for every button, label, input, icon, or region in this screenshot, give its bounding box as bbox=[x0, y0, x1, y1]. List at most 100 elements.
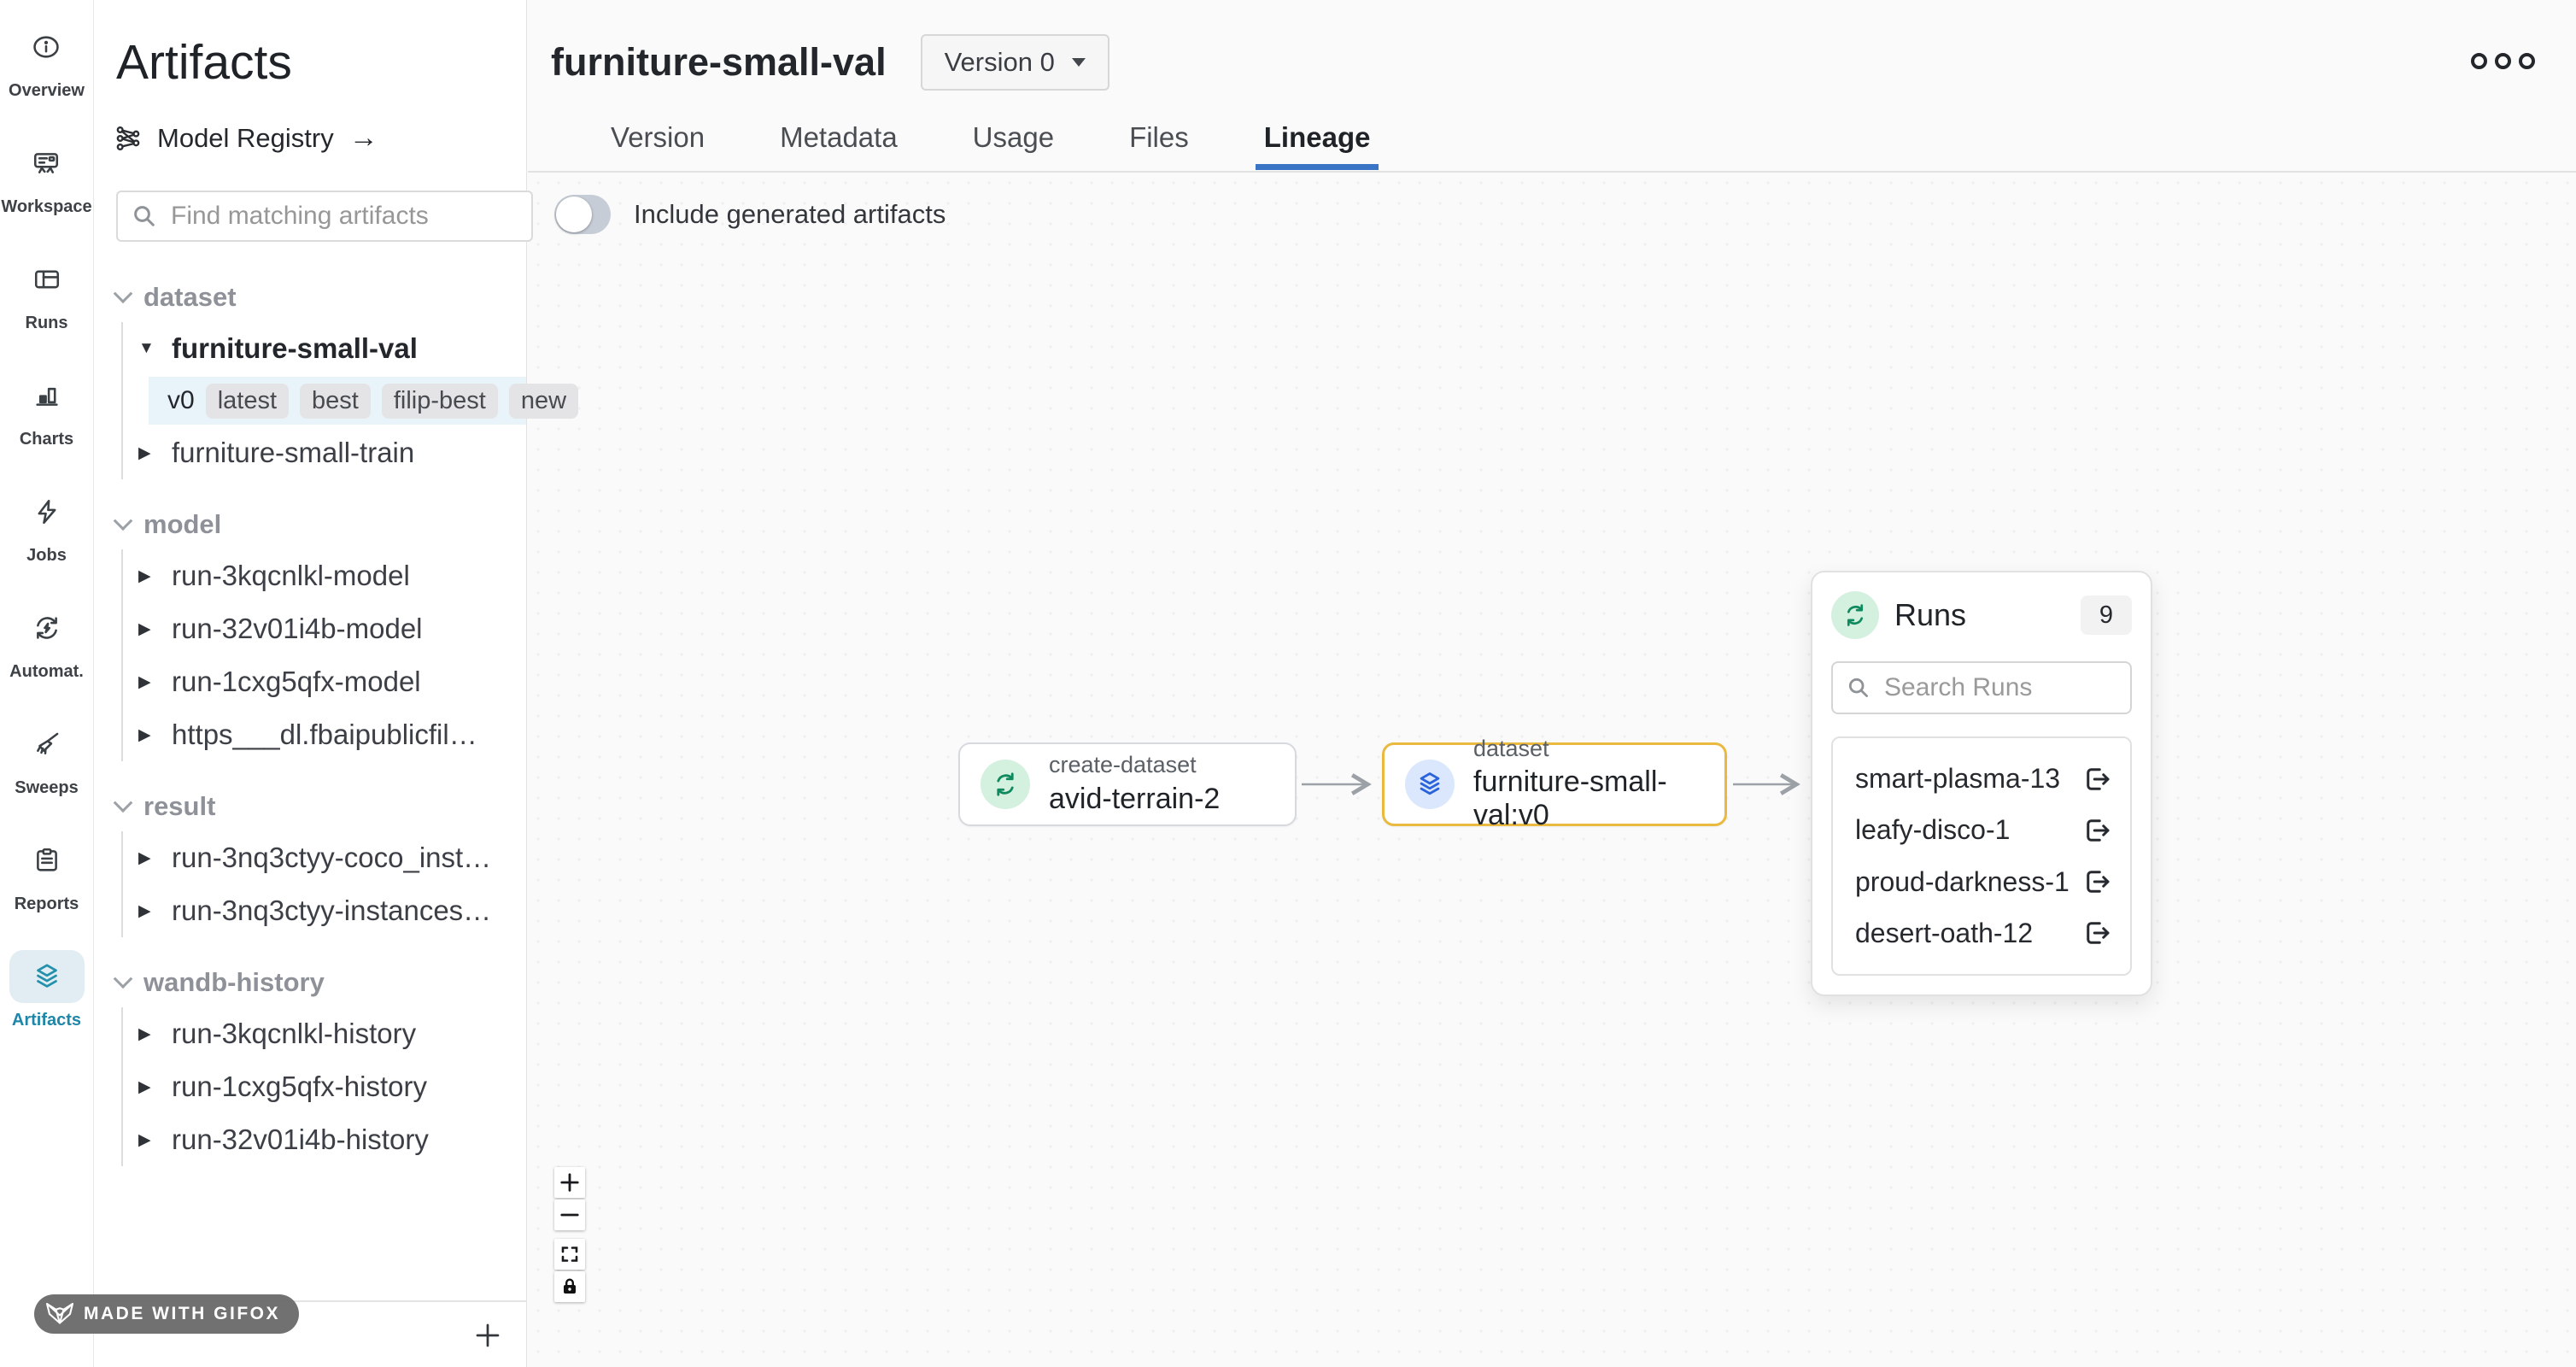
chevron-down-icon bbox=[114, 793, 133, 813]
lock-button[interactable] bbox=[554, 1271, 585, 1302]
nav-item-runs[interactable]: Runs bbox=[9, 253, 85, 333]
tab-lineage[interactable]: Lineage bbox=[1264, 118, 1371, 154]
nav-item-artifacts[interactable]: Artifacts bbox=[9, 950, 85, 1030]
runs-search-input[interactable] bbox=[1882, 672, 2116, 703]
tab-metadata[interactable]: Metadata bbox=[780, 118, 898, 154]
open-run-icon[interactable] bbox=[2082, 918, 2113, 948]
nav-label: Overview bbox=[9, 81, 85, 101]
triangle-right-icon: ▶ bbox=[138, 725, 157, 745]
ellipsis-dot bbox=[2471, 53, 2487, 69]
artifact-search[interactable] bbox=[116, 191, 533, 242]
fit-view-button[interactable] bbox=[554, 1239, 585, 1270]
run-row-proud-darkness-1[interactable]: proud-darkness-1 bbox=[1833, 866, 2130, 898]
tree-item-run-1cxg5qfx-history[interactable]: ▶run-1cxg5qfx-history bbox=[138, 1060, 526, 1113]
tree-item-run-3kqcnlkl-history[interactable]: ▶run-3kqcnlkl-history bbox=[138, 1007, 526, 1060]
sidebar-title: Artifacts bbox=[116, 34, 526, 91]
triangle-right-icon: ▶ bbox=[138, 619, 157, 639]
tree-item-label: furniture-small-train bbox=[172, 437, 414, 469]
triangle-right-icon: ▶ bbox=[138, 443, 157, 463]
nav-label: Workspace bbox=[1, 197, 91, 217]
nav-item-overview[interactable]: Overview bbox=[9, 21, 85, 101]
open-run-icon[interactable] bbox=[2082, 764, 2113, 795]
open-run-icon[interactable] bbox=[2082, 815, 2113, 846]
tree-item-label: run-1cxg5qfx-model bbox=[172, 666, 421, 698]
tree-item-run-32v01i4b-model[interactable]: ▶ run-32v01i4b-model bbox=[138, 602, 526, 655]
bar-chart-icon bbox=[32, 381, 61, 410]
run-row-leafy-disco-1[interactable]: leafy-disco-1 bbox=[1833, 814, 2130, 846]
runs-panel-header: Runs 9 bbox=[1831, 591, 2132, 639]
lineage-node-artifact[interactable]: dataset furniture-small-val:v0 bbox=[1382, 742, 1727, 826]
tree-item-run-3nq3ctyy-coco_inst…[interactable]: ▶run-3nq3ctyy-coco_inst… bbox=[138, 831, 526, 884]
tree-item-label: run-32v01i4b-history bbox=[172, 1124, 429, 1156]
generated-artifacts-toggle-row: Include generated artifacts bbox=[554, 195, 946, 234]
tree-item-label: furniture-small-val bbox=[172, 332, 418, 365]
nav-item-jobs[interactable]: Jobs bbox=[9, 485, 85, 566]
triangle-right-icon: ▶ bbox=[138, 672, 157, 692]
lineage-node-run[interactable]: create-dataset avid-terrain-2 bbox=[958, 742, 1297, 826]
node-type-label: create-dataset bbox=[1049, 753, 1220, 778]
tree-item-furniture-small-train[interactable]: ▶ furniture-small-train bbox=[138, 426, 526, 479]
tree-item-run-32v01i4b-history[interactable]: ▶run-32v01i4b-history bbox=[138, 1113, 526, 1166]
alias-tag: new bbox=[509, 384, 578, 419]
open-run-icon[interactable] bbox=[2082, 866, 2113, 897]
tree-section-dataset[interactable]: dataset bbox=[116, 274, 526, 320]
tab-usage[interactable]: Usage bbox=[973, 118, 1054, 154]
add-artifact-button[interactable] bbox=[470, 1317, 506, 1353]
nav-label: Artifacts bbox=[12, 1011, 81, 1030]
lock-icon bbox=[559, 1276, 580, 1297]
overflow-menu-button[interactable] bbox=[2471, 53, 2535, 69]
minus-icon bbox=[559, 1204, 581, 1226]
artifact-search-input[interactable] bbox=[169, 201, 518, 232]
plus-icon bbox=[472, 1320, 503, 1351]
nav-label: Jobs bbox=[26, 546, 67, 566]
zoom-out-button[interactable] bbox=[554, 1200, 585, 1230]
run-row-desert-oath-12[interactable]: desert-oath-12 bbox=[1833, 918, 2130, 949]
fit-view-icon bbox=[559, 1244, 580, 1264]
run-name: desert-oath-12 bbox=[1855, 918, 2033, 949]
node-name: avid-terrain-2 bbox=[1049, 783, 1220, 816]
tree-section-model[interactable]: model bbox=[116, 502, 526, 548]
run-refresh-icon bbox=[1831, 591, 1879, 639]
tree-item-run-1cxg5qfx-model[interactable]: ▶ run-1cxg5qfx-model bbox=[138, 655, 526, 708]
nav-label: Sweeps bbox=[15, 778, 78, 798]
tree-section-label: wandb-history bbox=[143, 967, 325, 998]
lineage-canvas[interactable]: Include generated artifacts create-datas… bbox=[528, 173, 2576, 1367]
page-title: furniture-small-val bbox=[551, 40, 887, 85]
run-name: leafy-disco-1 bbox=[1855, 814, 2010, 846]
zoom-in-button[interactable] bbox=[554, 1167, 585, 1198]
made-with-gifox-badge[interactable]: MADE WITH GIFOX bbox=[34, 1294, 299, 1334]
tree-item-furniture-small-val[interactable]: ▼ furniture-small-val bbox=[138, 322, 526, 375]
tree-item-label: run-1cxg5qfx-history bbox=[172, 1071, 427, 1103]
model-registry-link[interactable]: Model Registry → bbox=[114, 121, 526, 155]
triangle-right-icon: ▶ bbox=[138, 566, 157, 586]
nav-item-workspace[interactable]: Workspace bbox=[1, 137, 91, 217]
tab-version[interactable]: Version bbox=[611, 118, 705, 154]
triangle-right-icon: ▶ bbox=[138, 901, 157, 921]
toggle-label: Include generated artifacts bbox=[634, 199, 946, 230]
tree-item-https___dl.fbaipublicfil…[interactable]: ▶https___dl.fbaipublicfil… bbox=[138, 708, 526, 761]
include-generated-toggle[interactable] bbox=[554, 195, 611, 234]
nav-item-reports[interactable]: Reports bbox=[9, 834, 85, 914]
tree-item-label: run-32v01i4b-model bbox=[172, 613, 423, 645]
left-nav-rail: Overview Workspace Runs Charts Jobs Auto… bbox=[0, 0, 94, 1367]
tree-item-run-3nq3ctyy-instances…[interactable]: ▶ run-3nq3ctyy-instances… bbox=[138, 884, 526, 937]
model-registry-icon bbox=[114, 125, 142, 152]
artifact-tree: dataset ▼ furniture-small-val v0latestbestf… bbox=[116, 274, 526, 1166]
triangle-down-icon: ▼ bbox=[138, 339, 157, 358]
nav-item-charts[interactable]: Charts bbox=[9, 369, 85, 449]
tree-section-wandb-history[interactable]: wandb-history bbox=[116, 959, 526, 1006]
nav-item-sweeps[interactable]: Sweeps bbox=[9, 718, 85, 798]
tab-files[interactable]: Files bbox=[1129, 118, 1189, 154]
run-row-smart-plasma-13[interactable]: smart-plasma-13 bbox=[1833, 763, 2130, 795]
tree-section-result[interactable]: result bbox=[116, 783, 526, 830]
version-row-v0[interactable]: v0latestbestfilip-bestnew bbox=[149, 377, 526, 425]
artifacts-sidebar: Artifacts Model Registry → dataset ▼ furni… bbox=[94, 0, 527, 1367]
version-dropdown[interactable]: Version 0 bbox=[921, 34, 1109, 91]
workspace-icon bbox=[32, 149, 61, 178]
tree-item-run-3kqcnlkl-model[interactable]: ▶run-3kqcnlkl-model bbox=[138, 549, 526, 602]
nav-item-automations[interactable]: Automat. bbox=[9, 601, 85, 682]
alias-tag: filip-best bbox=[382, 384, 498, 419]
runs-search[interactable] bbox=[1831, 661, 2132, 714]
nav-label: Charts bbox=[20, 430, 73, 449]
tree-item-label: run-3nq3ctyy-instances… bbox=[172, 895, 491, 927]
